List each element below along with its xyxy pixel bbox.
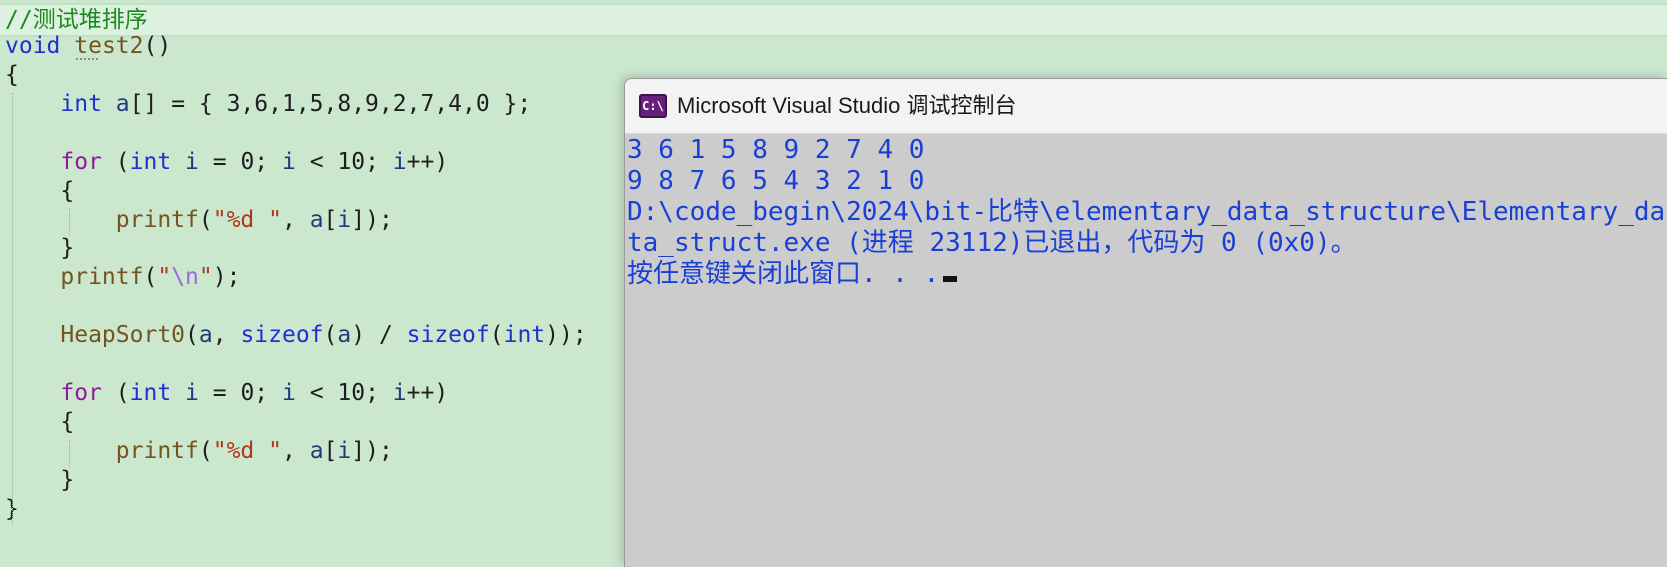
console-titlebar[interactable]: C:\ Microsoft Visual Studio 调试控制台 (625, 79, 1667, 134)
code-token: " (157, 264, 172, 290)
code-token: ( (198, 207, 213, 233)
code-token: sizeof (240, 322, 324, 348)
code-token: [ (323, 207, 338, 233)
code-token: i (185, 149, 199, 175)
code-token: a (309, 207, 324, 233)
code-token: "%d " (212, 207, 282, 233)
code-token: a (309, 438, 324, 464)
code-token: , (281, 438, 310, 464)
code-token: i (337, 207, 352, 233)
console-output-line: D:\code_begin\2024\bit-比特\elementary_dat… (627, 197, 1666, 227)
code-token: { (5, 409, 75, 435)
console-output-line: 3 6 1 5 8 9 2 7 4 0 (627, 135, 925, 165)
console-cursor (943, 276, 958, 282)
code-token: ( (185, 322, 199, 348)
indent-guide (69, 440, 70, 468)
console-app-icon: C:\ (639, 94, 667, 118)
code-token: } (5, 235, 75, 261)
code-token: a (115, 91, 130, 117)
console-title: Microsoft Visual Studio 调试控制台 (677, 93, 1017, 118)
code-token: printf (60, 264, 144, 290)
code-token: ++) (406, 380, 449, 406)
code-token: { (5, 178, 75, 204)
code-token: ( (143, 264, 158, 290)
code-token: for (60, 380, 102, 406)
code-token: ) / (351, 322, 407, 348)
code-token: \n (171, 264, 199, 290)
code-token: ]); (351, 438, 393, 464)
code-token: i (337, 438, 352, 464)
code-token: sizeof (406, 322, 490, 348)
code-token: int (129, 380, 172, 406)
code-token: ( (323, 322, 338, 348)
console-output-line: ta_struct.exe (进程 23112)已退出，代码为 0 (0x0)。 (627, 228, 1357, 258)
code-token: ); (212, 264, 241, 290)
code-token: } (5, 467, 75, 493)
code-token: printf (115, 207, 199, 233)
console-prompt-line: 按任意键关闭此窗口. . . (627, 259, 958, 290)
code-token: < 10; (295, 149, 393, 175)
code-token: //测试堆排序 (5, 7, 148, 33)
code-token: int (503, 322, 546, 348)
code-token: a (198, 322, 213, 348)
debug-console-window[interactable]: C:\ Microsoft Visual Studio 调试控制台 3 6 1 … (624, 78, 1667, 567)
code-token: ( (489, 322, 504, 348)
code-token: i (282, 380, 296, 406)
code-token: test2 (74, 33, 144, 59)
code-token: = 0; (198, 149, 282, 175)
indent-guide (69, 208, 70, 236)
code-token: < 10; (295, 380, 393, 406)
code-token: () (143, 33, 172, 59)
code-token: { (5, 62, 19, 88)
code-token: i (185, 380, 199, 406)
code-token: i (282, 149, 296, 175)
code-token: , (212, 322, 241, 348)
code-token: , (281, 207, 310, 233)
code-token: ( (198, 438, 213, 464)
code-token: ]); (351, 207, 393, 233)
console-output-line: 9 8 7 6 5 4 3 2 1 0 (627, 166, 925, 196)
code-token: int (129, 149, 172, 175)
code-token: ( (101, 380, 130, 406)
code-token: [ (323, 438, 338, 464)
code-token: [] = { 3,6,1,5,8,9,2,7,4,0 }; (129, 91, 532, 117)
console-output[interactable]: 3 6 1 5 8 9 2 7 4 0 9 8 7 6 5 4 3 2 1 0 … (625, 135, 1667, 567)
code-token: HeapSort0 (60, 322, 186, 348)
code-token: " (198, 264, 213, 290)
code-token: i (392, 380, 407, 406)
code-token: printf (115, 438, 199, 464)
code-token: ++) (406, 149, 449, 175)
code-token: a (337, 322, 352, 348)
code-token: ( (101, 149, 130, 175)
code-token: "%d " (212, 438, 282, 464)
code-line[interactable]: void test2() (0, 31, 1667, 61)
intellisense-hint-squiggle[interactable] (76, 58, 98, 60)
code-token: = 0; (198, 380, 282, 406)
code-token: i (392, 149, 407, 175)
code-token: void (5, 33, 61, 59)
console-prompt-text: 按任意键关闭此窗口. . . (627, 259, 940, 289)
code-token: )); (545, 322, 587, 348)
code-token: for (60, 149, 102, 175)
indent-guide (12, 93, 13, 525)
console-icon-glyph: C:\ (642, 99, 664, 113)
code-token: int (60, 91, 102, 117)
